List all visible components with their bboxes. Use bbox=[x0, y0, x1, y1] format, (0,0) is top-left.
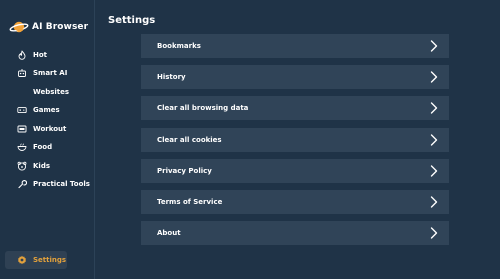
robot-icon bbox=[14, 65, 30, 81]
sidebar-item-smart-ai[interactable]: Smart AI bbox=[0, 65, 95, 81]
settings-row-privacy-policy[interactable]: Privacy Policy bbox=[141, 159, 449, 183]
sidebar-item-label: Hot bbox=[33, 51, 48, 59]
settings-row-history[interactable]: History bbox=[141, 65, 449, 89]
planet-logo-icon bbox=[9, 21, 29, 33]
sidebar-item-practical-tools[interactable]: Practical Tools bbox=[0, 176, 95, 192]
gamepad-icon bbox=[14, 102, 30, 118]
row-label: Bookmarks bbox=[157, 42, 201, 50]
sidebar-item-kids[interactable]: Kids bbox=[0, 158, 95, 174]
chevron-right-icon bbox=[430, 196, 438, 208]
sidebar-item-label: Kids bbox=[33, 162, 51, 170]
sidebar-item-label: Practical Tools bbox=[33, 180, 90, 188]
chevron-right-icon bbox=[430, 102, 438, 114]
sidebar-item-label: Settings bbox=[33, 256, 67, 264]
sidebar: AI Browser Hot Smart AI Websites Games W… bbox=[0, 0, 95, 279]
sidebar-item-workout[interactable]: Workout bbox=[0, 121, 95, 137]
sidebar-item-websites[interactable]: Websites bbox=[0, 84, 95, 100]
sidebar-item-label: Games bbox=[33, 106, 60, 114]
wrench-icon bbox=[14, 176, 30, 192]
row-label: Clear all cookies bbox=[157, 136, 222, 144]
sidebar-item-hot[interactable]: Hot bbox=[0, 47, 95, 63]
settings-row-about[interactable]: About bbox=[141, 221, 449, 245]
sidebar-item-label: Workout bbox=[33, 125, 67, 133]
settings-row-terms-of-service[interactable]: Terms of Service bbox=[141, 190, 449, 214]
settings-row-clear-cookies[interactable]: Clear all cookies bbox=[141, 128, 449, 152]
brand[interactable]: AI Browser bbox=[9, 19, 88, 35]
settings-row-clear-browsing-data[interactable]: Clear all browsing data bbox=[141, 96, 449, 120]
sidebar-item-label: Food bbox=[33, 143, 53, 151]
sidebar-item-settings[interactable]: Settings bbox=[5, 251, 67, 269]
chevron-right-icon bbox=[430, 134, 438, 146]
chevron-right-icon bbox=[430, 71, 438, 83]
sidebar-item-label: Websites bbox=[33, 88, 70, 96]
row-label: Terms of Service bbox=[157, 198, 223, 206]
dumbbell-icon bbox=[14, 121, 30, 137]
row-label: History bbox=[157, 73, 186, 81]
chevron-right-icon bbox=[430, 40, 438, 52]
row-label: About bbox=[157, 229, 181, 237]
bowl-icon bbox=[14, 139, 30, 155]
sidebar-item-label: Smart AI bbox=[33, 69, 68, 77]
kids-icon bbox=[14, 158, 30, 174]
sidebar-item-games[interactable]: Games bbox=[0, 102, 95, 118]
row-label: Privacy Policy bbox=[157, 167, 212, 175]
sidebar-item-food[interactable]: Food bbox=[0, 139, 95, 155]
settings-row-bookmarks[interactable]: Bookmarks bbox=[141, 34, 449, 58]
settings-gear-icon bbox=[14, 252, 30, 268]
app-name: AI Browser bbox=[32, 22, 89, 32]
flame-icon bbox=[14, 47, 30, 63]
page-title: Settings bbox=[108, 15, 156, 26]
chevron-right-icon bbox=[430, 227, 438, 239]
row-label: Clear all browsing data bbox=[157, 104, 249, 112]
chevron-right-icon bbox=[430, 165, 438, 177]
